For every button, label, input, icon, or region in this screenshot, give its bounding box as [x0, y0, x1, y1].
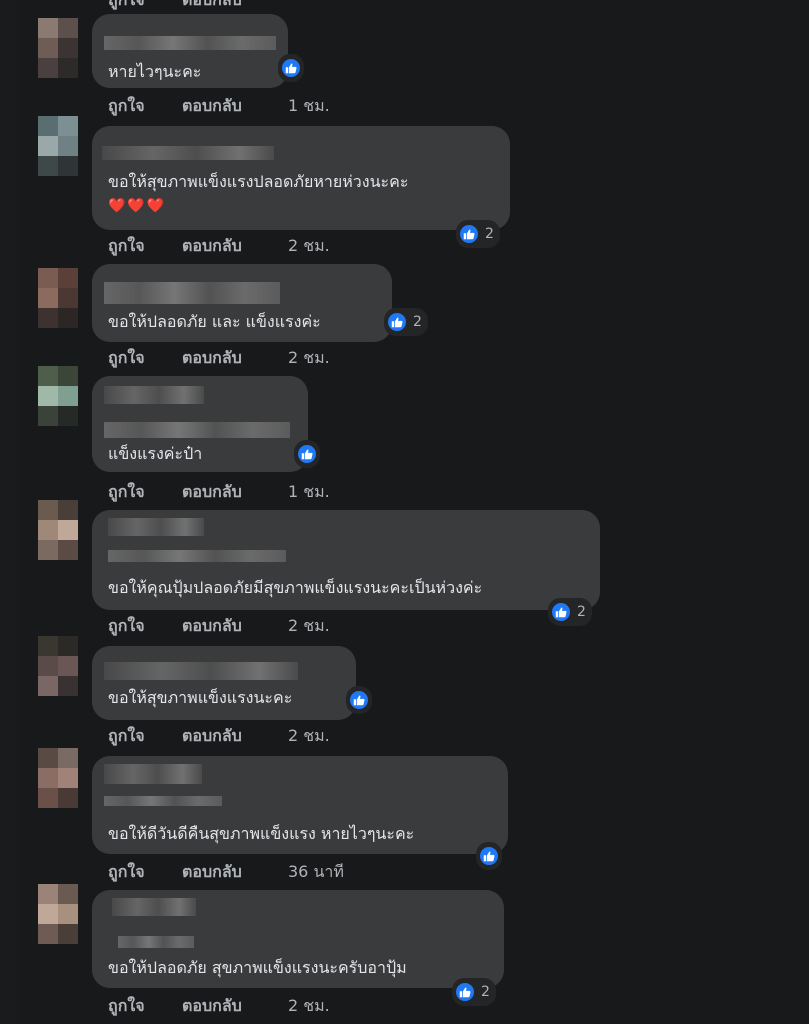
comment-timestamp[interactable]: 2 ชม.	[288, 234, 330, 259]
reaction-count: 2	[481, 984, 490, 1000]
author-name-blurred[interactable]	[108, 518, 204, 536]
reply-link[interactable]: ตอบกลับ	[182, 860, 288, 885]
like-reaction-icon	[386, 311, 408, 333]
author-name-blurred[interactable]	[104, 36, 276, 50]
comment-bubble: ขอให้สุขภาพแข็งแรงปลอดภัยหายห่วงนะคะ ❤️❤…	[92, 126, 510, 230]
reply-link[interactable]: ตอบกลับ	[182, 724, 288, 749]
comment-timestamp[interactable]: 2 ชม.	[288, 994, 330, 1019]
comment-bubble: แข็งแรงค่ะป๋า	[92, 376, 308, 472]
reply-link[interactable]: ตอบกลับ	[182, 234, 288, 259]
comment-actions: ถูกใจ ตอบกลับ 36 นาที	[108, 860, 344, 885]
avatar[interactable]	[38, 366, 78, 426]
author-name-blurred[interactable]	[112, 898, 196, 916]
like-link[interactable]: ถูกใจ	[108, 0, 182, 13]
like-reaction-icon	[348, 689, 370, 711]
comment-timestamp[interactable]: 2 ชม.	[288, 724, 330, 749]
comment-bubble: หายไวๆนะคะ	[92, 14, 288, 88]
reaction-count: 2	[413, 314, 422, 330]
reply-link[interactable]: ตอบกลับ	[182, 480, 288, 505]
comment-actions: ถูกใจ ตอบกลับ 2 ชม.	[108, 724, 330, 749]
comment-text: หายไวๆนะคะ	[108, 62, 202, 81]
reaction-count: 2	[577, 604, 586, 620]
comment-text: ขอให้ดีวันดีคืนสุขภาพแข็งแรง หายไวๆนะคะ	[108, 824, 415, 843]
comment-text: ขอให้สุขภาพแข็งแรงปลอดภัยหายห่วงนะคะ	[108, 172, 409, 191]
like-link[interactable]: ถูกใจ	[108, 480, 182, 505]
comment-actions: ถูกใจ ตอบกลับ 2 ชม.	[108, 614, 330, 639]
comment-timestamp[interactable]: 36 นาที	[288, 860, 344, 885]
like-reaction-icon	[458, 223, 480, 245]
author-name-blurred[interactable]	[104, 386, 204, 404]
comment-text: ขอให้ปลอดภัย และ แข็งแรงค่ะ	[108, 312, 321, 331]
reaction-summary[interactable]	[346, 686, 372, 714]
avatar[interactable]	[38, 636, 78, 696]
comment-actions-partial: ถูกใจ ตอบกลับ	[108, 0, 288, 13]
reply-link[interactable]: ตอบกลับ	[182, 346, 288, 371]
comment-timestamp[interactable]: 1 ชม.	[288, 480, 330, 505]
reply-link[interactable]: ตอบกลับ	[182, 994, 288, 1019]
comment-actions: ถูกใจ ตอบกลับ 2 ชม.	[108, 234, 330, 259]
comment-bubble: ขอให้คุณปุ้มปลอดภัยมีสุขภาพแข็งแรงนะคะเป…	[92, 510, 600, 610]
reaction-summary[interactable]: 2	[452, 978, 496, 1006]
reaction-count: 2	[485, 226, 494, 242]
comment-timestamp[interactable]: 2 ชม.	[288, 614, 330, 639]
reply-link[interactable]: ตอบกลับ	[182, 0, 288, 13]
like-reaction-icon	[478, 845, 500, 867]
like-link[interactable]: ถูกใจ	[108, 234, 182, 259]
author-name-blurred[interactable]	[104, 422, 290, 438]
like-link[interactable]: ถูกใจ	[108, 346, 182, 371]
author-name-blurred[interactable]	[104, 796, 222, 806]
like-reaction-icon	[296, 443, 318, 465]
author-name-blurred[interactable]	[102, 146, 274, 160]
comment-text: ขอให้สุขภาพแข็งแรงนะคะ	[108, 688, 293, 707]
like-link[interactable]: ถูกใจ	[108, 724, 182, 749]
avatar[interactable]	[38, 116, 78, 176]
comment-timestamp[interactable]: 1 ชม.	[288, 94, 330, 119]
comment-bubble: ขอให้สุขภาพแข็งแรงนะคะ	[92, 646, 356, 720]
comment-actions: ถูกใจ ตอบกลับ 1 ชม.	[108, 480, 330, 505]
like-link[interactable]: ถูกใจ	[108, 94, 182, 119]
comment-actions: ถูกใจ ตอบกลับ 1 ชม.	[108, 94, 330, 119]
comment-bubble: ขอให้ปลอดภัย สุขภาพแข็งแรงนะครับอาปุ้ม	[92, 890, 504, 988]
like-reaction-icon	[550, 601, 572, 623]
like-link[interactable]: ถูกใจ	[108, 994, 182, 1019]
comment-text: ขอให้ปลอดภัย สุขภาพแข็งแรงนะครับอาปุ้ม	[108, 958, 407, 977]
author-name-blurred[interactable]	[118, 936, 194, 948]
heart-emojis: ❤️❤️❤️	[108, 198, 167, 214]
author-name-blurred[interactable]	[104, 662, 298, 680]
like-reaction-icon	[454, 981, 476, 1003]
comment-bubble: ขอให้ปลอดภัย และ แข็งแรงค่ะ	[92, 264, 392, 342]
author-name-blurred[interactable]	[104, 764, 202, 784]
reaction-summary[interactable]: 2	[456, 220, 500, 248]
like-link[interactable]: ถูกใจ	[108, 860, 182, 885]
avatar[interactable]	[38, 500, 78, 560]
reply-link[interactable]: ตอบกลับ	[182, 94, 288, 119]
reaction-summary[interactable]: 2	[384, 308, 428, 336]
left-gutter	[0, 0, 20, 1024]
reaction-summary[interactable]	[278, 54, 304, 82]
comment-text: ขอให้คุณปุ้มปลอดภัยมีสุขภาพแข็งแรงนะคะเป…	[108, 578, 483, 597]
avatar[interactable]	[38, 748, 78, 808]
comment-timestamp[interactable]: 2 ชม.	[288, 346, 330, 371]
author-name-blurred[interactable]	[104, 282, 280, 304]
reply-link[interactable]: ตอบกลับ	[182, 614, 288, 639]
avatar[interactable]	[38, 884, 78, 944]
like-link[interactable]: ถูกใจ	[108, 614, 182, 639]
comment-actions: ถูกใจ ตอบกลับ 2 ชม.	[108, 346, 330, 371]
avatar[interactable]	[38, 268, 78, 328]
comment-text: แข็งแรงค่ะป๋า	[108, 444, 203, 463]
reaction-summary[interactable]	[476, 842, 502, 870]
comment-bubble: ขอให้ดีวันดีคืนสุขภาพแข็งแรง หายไวๆนะคะ	[92, 756, 508, 854]
like-reaction-icon	[280, 57, 302, 79]
avatar[interactable]	[38, 18, 78, 78]
author-name-blurred[interactable]	[108, 550, 286, 562]
reaction-summary[interactable]	[294, 440, 320, 468]
comment-actions: ถูกใจ ตอบกลับ 2 ชม.	[108, 994, 330, 1019]
reaction-summary[interactable]: 2	[548, 598, 592, 626]
